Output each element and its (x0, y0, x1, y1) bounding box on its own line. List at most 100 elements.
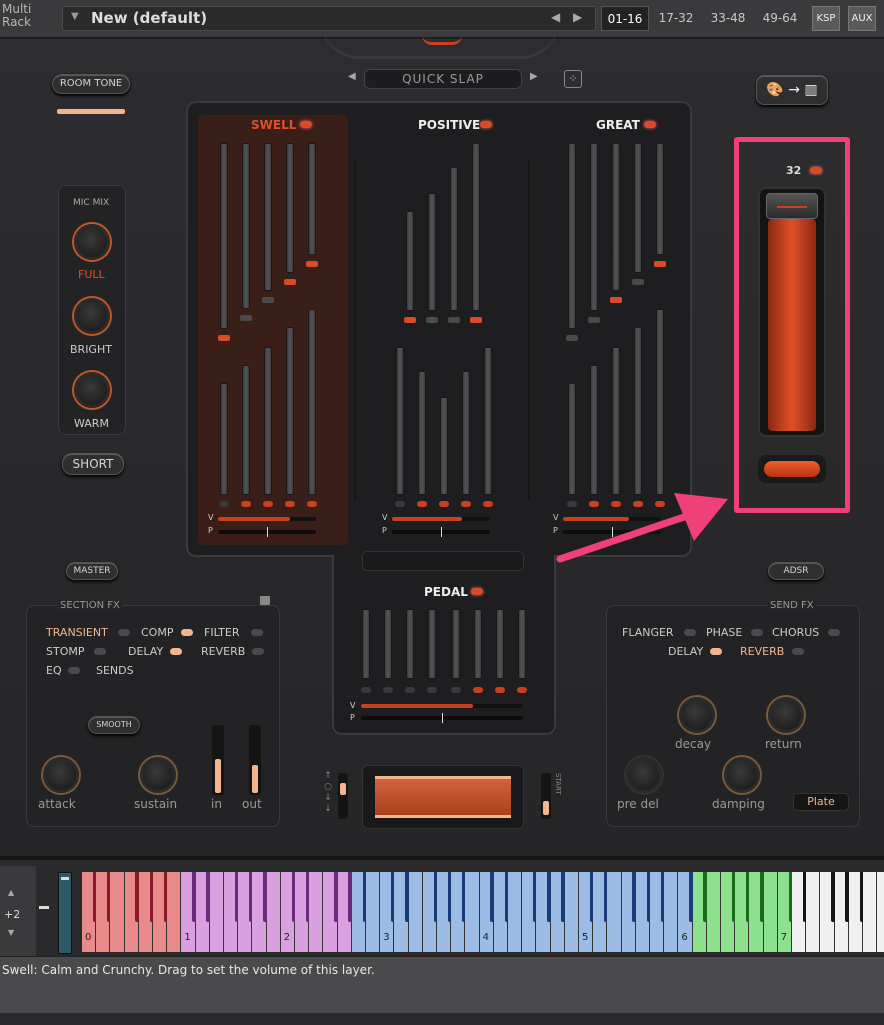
send-phase[interactable]: PHASE (706, 626, 742, 639)
swell-lower-4-drawbar-led[interactable] (307, 501, 317, 507)
range-tab-4[interactable]: 49-64 (756, 6, 804, 31)
quick-slap-selector[interactable]: QUICK SLAP (364, 69, 522, 89)
white-key[interactable] (508, 872, 523, 952)
send-delay[interactable]: DELAY (668, 645, 703, 658)
white-key[interactable] (806, 872, 821, 952)
multi-rack-label[interactable]: Multi Rack (2, 3, 31, 29)
white-key[interactable] (706, 872, 721, 952)
swell-velocity-bar[interactable] (218, 517, 316, 521)
great-upper-3-drawbar-handle[interactable] (632, 279, 644, 285)
fx-sends[interactable]: SENDS (96, 664, 134, 677)
shift-up-icon[interactable]: ▲ (8, 888, 14, 897)
send-reverb-led[interactable] (792, 648, 804, 655)
great-lower-2-drawbar[interactable] (612, 347, 620, 495)
fx-transient[interactable]: TRANSIENT (46, 626, 108, 639)
fx-stomp[interactable]: STOMP (46, 645, 84, 658)
positive-lower-1-drawbar[interactable] (418, 371, 426, 495)
white-key[interactable] (863, 872, 878, 952)
pedal-7-drawbar-led[interactable] (517, 687, 527, 693)
mini-keyboard-range[interactable] (375, 776, 511, 818)
swell-lower-2-drawbar-led[interactable] (263, 501, 273, 507)
fx-eq-led[interactable] (68, 667, 80, 674)
pre-del-knob[interactable] (626, 757, 662, 793)
swell-lower-4-drawbar[interactable] (308, 309, 316, 495)
swell-lower-3-drawbar-led[interactable] (285, 501, 295, 507)
white-key[interactable] (664, 872, 679, 952)
return-knob[interactable] (768, 697, 804, 733)
attack-knob[interactable] (43, 757, 79, 793)
positive-upper-1-drawbar-handle[interactable] (426, 317, 438, 323)
positive-upper-3-drawbar[interactable] (472, 143, 480, 311)
great-lower-4-drawbar[interactable] (656, 309, 664, 495)
positive-velocity-bar[interactable] (392, 517, 490, 521)
positive-upper-0-drawbar[interactable] (406, 211, 414, 311)
swell-lower-1-drawbar[interactable] (242, 365, 250, 495)
positive-upper-3-drawbar-handle[interactable] (470, 317, 482, 323)
warm-knob[interactable] (74, 372, 110, 408)
swell-upper-0-drawbar[interactable] (220, 143, 228, 329)
white-key[interactable] (309, 872, 324, 952)
range-tab-2[interactable]: 17-32 (652, 6, 700, 31)
positive-lower-3-drawbar[interactable] (462, 371, 470, 495)
positive-upper-0-drawbar-handle[interactable] (404, 317, 416, 323)
swell-lower-3-drawbar[interactable] (286, 327, 294, 495)
positive-led[interactable] (480, 121, 492, 128)
palette-to-keys-button[interactable]: 🎨 → ▥ (756, 75, 828, 105)
octave-arrows-icon[interactable]: ↑ ○ ↓ ↓ (322, 771, 334, 821)
pedal-1-drawbar-led[interactable] (383, 687, 393, 693)
swell-led[interactable] (300, 121, 312, 128)
great-upper-3-drawbar[interactable] (634, 143, 642, 273)
great-upper-0-drawbar[interactable] (568, 143, 576, 329)
pedal-7-drawbar[interactable] (518, 609, 526, 679)
positive-lower-4-drawbar-led[interactable] (483, 501, 493, 507)
pedal-3-drawbar-led[interactable] (427, 687, 437, 693)
fx-filter-led[interactable] (251, 629, 263, 636)
octave-shift-control[interactable]: ▲ +2 ▼ (0, 866, 36, 956)
positive-lower-0-drawbar-led[interactable] (395, 501, 405, 507)
white-key[interactable] (465, 872, 480, 952)
sustain-knob[interactable] (140, 757, 176, 793)
damping-knob[interactable] (724, 757, 760, 793)
bright-knob[interactable] (74, 298, 110, 334)
white-key[interactable] (877, 872, 884, 952)
send-flanger-led[interactable] (684, 629, 696, 636)
pedal-pan-bar[interactable] (361, 713, 523, 723)
great-upper-4-drawbar-handle[interactable] (654, 261, 666, 267)
range-tab-1[interactable]: 01-16 (601, 6, 649, 31)
swell-upper-2-drawbar[interactable] (264, 143, 272, 291)
swell-upper-1-drawbar[interactable] (242, 143, 250, 309)
white-key[interactable] (564, 872, 579, 952)
swell-upper-4-drawbar[interactable] (308, 143, 316, 255)
white-key[interactable] (209, 872, 224, 952)
prev-slap-icon[interactable]: ◀ (348, 71, 356, 82)
fx-reverb[interactable]: REVERB (201, 645, 245, 658)
pedal-4-drawbar-led[interactable] (451, 687, 461, 693)
positive-lower-2-drawbar[interactable] (440, 397, 448, 495)
pedal-2-drawbar-led[interactable] (405, 687, 415, 693)
fx-comp-led[interactable] (181, 629, 193, 636)
swell-upper-2-drawbar-handle[interactable] (262, 297, 274, 303)
pedal-6-drawbar-led[interactable] (495, 687, 505, 693)
send-chorus[interactable]: CHORUS (772, 626, 819, 639)
smooth-button[interactable]: SMOOTH (88, 716, 140, 734)
room-tone-button[interactable]: ROOM TONE (52, 74, 130, 94)
pedal-led[interactable] (471, 588, 483, 595)
great-lower-1-drawbar[interactable] (590, 365, 598, 495)
white-key[interactable] (408, 872, 423, 952)
send-flanger[interactable]: FLANGER (622, 626, 674, 639)
positive-lower-4-drawbar[interactable] (484, 347, 492, 495)
in-fader[interactable] (212, 725, 224, 795)
send-delay-led[interactable] (710, 648, 722, 655)
pedal-0-drawbar-led[interactable] (361, 687, 371, 693)
great-upper-2-drawbar-handle[interactable] (610, 297, 622, 303)
positive-lower-0-drawbar[interactable] (396, 347, 404, 495)
white-key[interactable] (110, 872, 125, 952)
shift-down-icon[interactable]: ▼ (8, 928, 14, 937)
pedal-4-drawbar[interactable] (452, 609, 460, 679)
send-reverb[interactable]: REVERB (740, 645, 784, 658)
swell-lower-0-drawbar-led[interactable] (219, 501, 229, 507)
start-slider[interactable] (541, 773, 551, 819)
piano-keys[interactable]: 0 1 2 3 4 5 6 7 (82, 872, 884, 954)
next-preset-icon[interactable]: ▶ (573, 10, 582, 24)
swell-enable-button[interactable] (764, 461, 820, 477)
